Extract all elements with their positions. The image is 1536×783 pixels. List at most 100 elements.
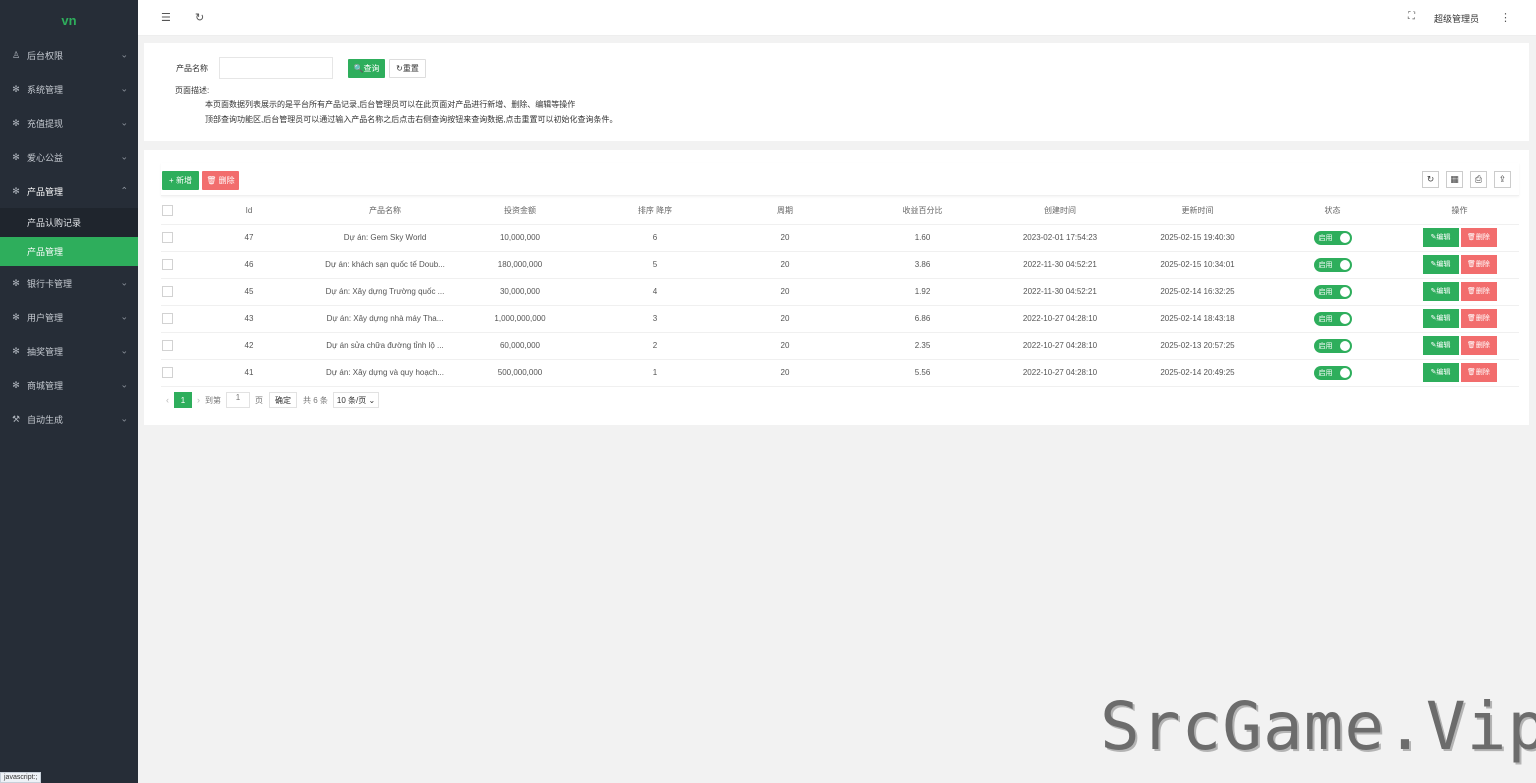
status-toggle[interactable]: 启用 bbox=[1313, 311, 1352, 326]
column-header[interactable]: 投资金额 bbox=[445, 198, 595, 225]
reset-button[interactable]: ↻重置 bbox=[389, 59, 426, 78]
select-all-checkbox[interactable] bbox=[161, 198, 173, 225]
cell-period: 20 bbox=[715, 251, 855, 279]
cell-rate: 6.86 bbox=[855, 305, 990, 333]
status-toggle[interactable]: 启用 bbox=[1313, 257, 1352, 272]
edit-button[interactable]: ✎编辑 bbox=[1422, 336, 1459, 355]
row-checkbox[interactable] bbox=[161, 251, 173, 279]
sidebar-item-bank-cards[interactable]: ✻ 银行卡管理 ⌄ bbox=[0, 266, 138, 300]
cell-rate: 1.60 bbox=[855, 224, 990, 252]
sidebar-item-products[interactable]: ✻ 产品管理 ⌃ bbox=[0, 174, 138, 208]
gear-icon: ✻ bbox=[12, 151, 20, 162]
cell-id: 43 bbox=[173, 305, 325, 333]
gear-icon: ✻ bbox=[12, 277, 20, 288]
edit-button[interactable]: ✎编辑 bbox=[1422, 309, 1459, 328]
sidebar-item-autogen[interactable]: ⚒ 自动生成 ⌄ bbox=[0, 402, 138, 436]
menu-toggle-icon[interactable]: ☰ bbox=[161, 11, 171, 24]
export-icon[interactable]: ⇪ bbox=[1494, 171, 1511, 188]
column-header[interactable]: 排序 降序 bbox=[595, 198, 715, 225]
sidebar-item-charity[interactable]: ✻ 爱心公益 ⌄ bbox=[0, 140, 138, 174]
edit-button[interactable]: ✎编辑 bbox=[1422, 282, 1459, 301]
cell-sort: 2 bbox=[595, 332, 715, 360]
chevron-down-icon: ⌄ bbox=[120, 345, 128, 356]
cell-rate: 1.92 bbox=[855, 278, 990, 306]
edit-button[interactable]: ✎编辑 bbox=[1422, 228, 1459, 247]
cell-sort: 3 bbox=[595, 305, 715, 333]
row-delete-button[interactable]: 🗑删除 bbox=[1460, 228, 1497, 247]
cell-actions: ✎编辑 🗑删除 bbox=[1400, 332, 1519, 360]
edit-button[interactable]: ✎编辑 bbox=[1422, 363, 1459, 382]
sidebar-item-system[interactable]: ✻ 系统管理 ⌄ bbox=[0, 72, 138, 106]
total-count: 共 6 条 bbox=[303, 395, 328, 405]
cell-created: 2022-10-27 04:28:10 bbox=[990, 305, 1130, 333]
sidebar-item-label: 充值提现 bbox=[27, 118, 64, 129]
pagination: ‹ 1 › 到第 1 页 确定 共 6 条 10 条/页 ⌄ bbox=[161, 391, 380, 409]
sidebar-item-admin-permission[interactable]: ♙ 后台权限 ⌄ bbox=[0, 38, 138, 72]
product-table: Id 产品名称 投资金额 排序 降序 周期 收益百分比 创建时间 更新时间 状态… bbox=[161, 198, 1519, 387]
row-delete-button[interactable]: 🗑删除 bbox=[1460, 309, 1497, 328]
columns-icon[interactable]: ▦ bbox=[1446, 171, 1463, 188]
refresh-icon[interactable]: ↻ bbox=[1422, 171, 1439, 188]
sidebar-item-recharge[interactable]: ✻ 充值提现 ⌄ bbox=[0, 106, 138, 140]
sidebar-subitem-product-management[interactable]: 产品管理 bbox=[0, 237, 138, 266]
user-menu[interactable]: 超级管理员 bbox=[1434, 12, 1479, 25]
cell-amount: 10,000,000 bbox=[445, 224, 595, 252]
add-button[interactable]: + 新增 bbox=[162, 171, 199, 190]
row-delete-button[interactable]: 🗑删除 bbox=[1460, 282, 1497, 301]
row-delete-button[interactable]: 🗑删除 bbox=[1460, 255, 1497, 274]
row-delete-button[interactable]: 🗑删除 bbox=[1460, 336, 1497, 355]
cell-created: 2022-11-30 04:52:21 bbox=[990, 251, 1130, 279]
column-header[interactable]: 收益百分比 bbox=[855, 198, 990, 225]
chevron-down-icon: ⌄ bbox=[120, 117, 128, 128]
prev-page-icon[interactable]: ‹ bbox=[166, 395, 169, 405]
product-name-input[interactable] bbox=[219, 57, 333, 79]
cell-amount: 30,000,000 bbox=[445, 278, 595, 306]
sidebar-subitem-product-subscriptions[interactable]: 产品认购记录 bbox=[0, 208, 138, 237]
fullscreen-icon[interactable]: ⛶ bbox=[1408, 11, 1415, 22]
goto-confirm-button[interactable]: 确定 bbox=[269, 392, 297, 408]
refresh-icon[interactable]: ↻ bbox=[195, 11, 204, 24]
edit-button[interactable]: ✎编辑 bbox=[1422, 255, 1459, 274]
column-header[interactable]: Id bbox=[173, 198, 325, 225]
row-checkbox[interactable] bbox=[161, 332, 173, 360]
goto-page-input[interactable]: 1 bbox=[226, 392, 250, 408]
sidebar-item-lottery[interactable]: ✻ 抽奖管理 ⌄ bbox=[0, 334, 138, 368]
cell-id: 41 bbox=[173, 359, 325, 387]
table-row: 47 Dự án: Gem Sky World 10,000,000 6 20 … bbox=[161, 224, 1519, 252]
status-toggle[interactable]: 启用 bbox=[1313, 284, 1352, 299]
table-header-row: Id 产品名称 投资金额 排序 降序 周期 收益百分比 创建时间 更新时间 状态… bbox=[161, 198, 1519, 225]
column-header[interactable]: 操作 bbox=[1400, 198, 1519, 225]
print-icon[interactable]: ⎙ bbox=[1470, 171, 1487, 188]
row-checkbox[interactable] bbox=[161, 305, 173, 333]
row-checkbox[interactable] bbox=[161, 224, 173, 252]
column-header[interactable]: 状态 bbox=[1265, 198, 1400, 225]
page-1-button[interactable]: 1 bbox=[174, 392, 192, 408]
cell-amount: 1,000,000,000 bbox=[445, 305, 595, 333]
column-header[interactable]: 周期 bbox=[715, 198, 855, 225]
cell-sort: 4 bbox=[595, 278, 715, 306]
cell-amount: 180,000,000 bbox=[445, 251, 595, 279]
cell-name: Dự án: Xây dựng và quy hoạch... bbox=[325, 359, 445, 387]
column-header[interactable]: 产品名称 bbox=[325, 198, 445, 225]
sidebar-item-mall[interactable]: ✻ 商城管理 ⌄ bbox=[0, 368, 138, 402]
sidebar-item-label: 产品管理 bbox=[27, 186, 64, 197]
next-page-icon[interactable]: › bbox=[197, 395, 200, 405]
page-unit-label: 页 bbox=[255, 395, 263, 405]
row-checkbox[interactable] bbox=[161, 278, 173, 306]
sidebar-item-users[interactable]: ✻ 用户管理 ⌄ bbox=[0, 300, 138, 334]
cell-created: 2022-11-30 04:52:21 bbox=[990, 278, 1130, 306]
cell-updated: 2025-02-13 20:57:25 bbox=[1130, 332, 1265, 360]
status-toggle[interactable]: 启用 bbox=[1313, 338, 1352, 353]
page-size-select[interactable]: 10 条/页 ⌄ bbox=[332, 392, 380, 408]
column-header[interactable]: 更新时间 bbox=[1130, 198, 1265, 225]
cell-actions: ✎编辑 🗑删除 bbox=[1400, 359, 1519, 387]
row-delete-button[interactable]: 🗑删除 bbox=[1460, 363, 1497, 382]
row-checkbox[interactable] bbox=[161, 359, 173, 387]
delete-button[interactable]: 🗑 删除 bbox=[202, 171, 239, 190]
status-toggle[interactable]: 启用 bbox=[1313, 365, 1352, 380]
more-icon[interactable]: ⋮ bbox=[1500, 11, 1511, 24]
product-name-label: 产品名称 bbox=[176, 64, 208, 73]
status-toggle[interactable]: 启用 bbox=[1313, 230, 1352, 245]
search-button[interactable]: 🔍查询 bbox=[348, 59, 385, 78]
column-header[interactable]: 创建时间 bbox=[990, 198, 1130, 225]
